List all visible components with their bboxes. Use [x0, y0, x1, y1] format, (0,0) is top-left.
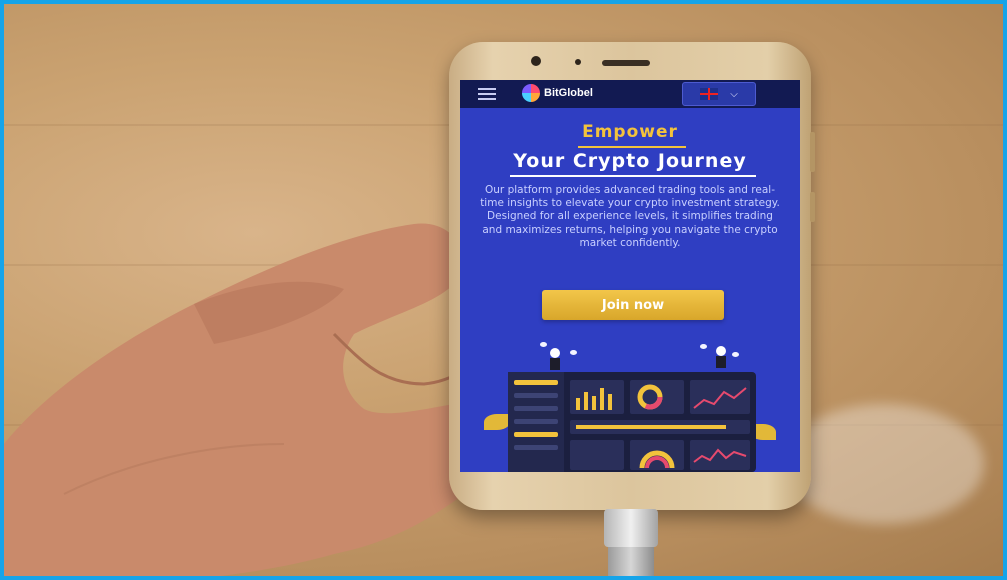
- hero-heading: Your Crypto Journey: [513, 150, 747, 172]
- chevron-down-icon: ⌵: [730, 88, 738, 100]
- join-now-button[interactable]: Join now: [542, 290, 724, 320]
- cable-connector: [604, 509, 658, 547]
- heading-underline: [510, 175, 756, 177]
- chart-panel: [690, 440, 750, 470]
- donut-panel: [630, 380, 684, 414]
- brand-logo[interactable]: BitGlobel: [522, 84, 593, 102]
- heading-underline: [578, 146, 686, 148]
- power-button: [810, 192, 815, 222]
- photo-frame: BitGlobel ⌵ Empower Your Crypto Journey …: [0, 0, 1007, 580]
- top-navigation-bar: BitGlobel ⌵: [460, 80, 800, 108]
- logo-mark-icon: [522, 84, 540, 102]
- person-illustration: [716, 346, 726, 368]
- volume-button: [810, 132, 815, 172]
- light-reflection: [784, 404, 984, 524]
- phone-screen: BitGlobel ⌵ Empower Your Crypto Journey …: [460, 80, 800, 472]
- uk-flag-icon: [700, 88, 719, 100]
- hero-heading-accent: Empower: [582, 122, 678, 142]
- sensor-icon: [575, 59, 581, 65]
- chart-panel: [570, 440, 624, 470]
- coin-icon: [540, 342, 547, 347]
- progress-panel: [570, 420, 750, 434]
- earpiece-speaker: [602, 60, 650, 66]
- hamburger-menu-icon[interactable]: [478, 88, 496, 100]
- coin-icon: [732, 352, 739, 357]
- coin-icon: [570, 350, 577, 355]
- dashboard-sidebar: [508, 372, 564, 472]
- dashboard-preview-image: [508, 372, 756, 472]
- coin-icon: [700, 344, 707, 349]
- gauge-panel: [630, 440, 684, 470]
- chart-panel: [570, 380, 624, 414]
- brand-name: BitGlobel: [544, 87, 593, 99]
- person-illustration: [550, 348, 560, 370]
- leaf-decoration: [484, 414, 510, 430]
- hero-description: Our platform provides advanced trading t…: [480, 184, 780, 249]
- bar-panel: [690, 380, 750, 414]
- front-camera-icon: [531, 56, 541, 66]
- language-selector[interactable]: ⌵: [682, 82, 756, 106]
